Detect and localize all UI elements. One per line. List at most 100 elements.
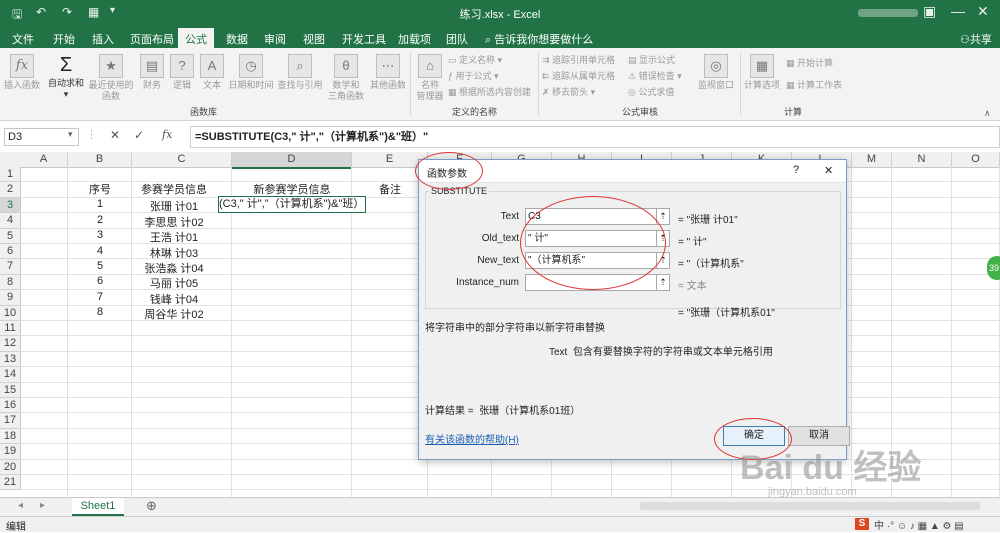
- dialog-close-icon[interactable]: ✕: [824, 164, 833, 177]
- autosum-button[interactable]: Σ 自动求和 ▾: [46, 54, 86, 100]
- next-sheet-icon[interactable]: ▸: [40, 500, 45, 511]
- tab-addins[interactable]: 加载项: [392, 29, 437, 49]
- cell-student-info[interactable]: 王浩 计01: [128, 229, 220, 245]
- cell-student-info[interactable]: 张浩淼 计04: [128, 260, 220, 276]
- share-button[interactable]: ⚇共享: [960, 31, 992, 47]
- math-button[interactable]: θ 数学和 三角函数: [326, 54, 366, 102]
- tab-developer[interactable]: 开发工具: [336, 29, 392, 49]
- column-header-b[interactable]: B: [68, 152, 132, 168]
- text-button[interactable]: A 文本: [198, 54, 226, 91]
- tab-data[interactable]: 数据: [220, 29, 254, 49]
- tab-file[interactable]: 文件: [6, 29, 40, 49]
- row-header-20[interactable]: 20: [0, 459, 21, 475]
- row-header-12[interactable]: 12: [0, 336, 21, 352]
- row-header-6[interactable]: 6: [0, 244, 21, 260]
- cancel-icon[interactable]: ✕: [110, 128, 120, 142]
- column-header-m[interactable]: M: [852, 152, 892, 168]
- cell-student-info[interactable]: 张珊 计01: [128, 198, 220, 214]
- prev-sheet-icon[interactable]: ◂: [18, 500, 23, 511]
- row-header-5[interactable]: 5: [0, 228, 21, 244]
- watch-window-button[interactable]: ◎ 监视窗口: [696, 54, 736, 91]
- row-header-11[interactable]: 11: [0, 321, 21, 337]
- cell-seq[interactable]: 6: [68, 275, 132, 287]
- header-info[interactable]: 参赛学员信息: [128, 181, 220, 197]
- row-header-21[interactable]: 21: [0, 475, 21, 491]
- close-window-icon[interactable]: ✕: [977, 3, 989, 20]
- cell-seq[interactable]: 7: [68, 291, 132, 303]
- minimize-icon[interactable]: —: [951, 3, 965, 19]
- horizontal-scrollbar[interactable]: [640, 502, 980, 510]
- lookup-button[interactable]: ⌕ 查找与引用: [276, 54, 324, 91]
- cell-d3-editor[interactable]: (C3," 计","（计算机系")&"班）": [218, 196, 366, 213]
- remove-arrows-button[interactable]: ✗ 移去箭头 ▾: [542, 87, 595, 98]
- cell-seq[interactable]: 5: [68, 260, 132, 272]
- calculate-now-button[interactable]: ▦ 开始计算: [786, 58, 833, 69]
- cell-student-info[interactable]: 林琳 计03: [128, 245, 220, 261]
- row-header-4[interactable]: 4: [0, 213, 21, 229]
- cell-seq[interactable]: 2: [68, 214, 132, 226]
- trace-precedents-button[interactable]: ⇉ 追踪引用单元格: [542, 55, 615, 66]
- fx-icon[interactable]: fx: [162, 128, 172, 141]
- column-header-d[interactable]: D: [232, 152, 352, 169]
- calc-options-button[interactable]: ▦ 计算选项: [742, 54, 782, 91]
- tab-formulas[interactable]: 公式: [178, 28, 214, 50]
- tab-page-layout[interactable]: 页面布局: [124, 29, 180, 49]
- column-header-c[interactable]: C: [132, 152, 232, 168]
- row-header-10[interactable]: 10: [0, 305, 21, 321]
- side-badge[interactable]: 39: [987, 256, 1000, 280]
- logical-button[interactable]: ? 逻辑: [168, 54, 196, 91]
- tab-insert[interactable]: 插入: [86, 29, 120, 49]
- tab-team[interactable]: 团队: [440, 29, 474, 49]
- cell-student-info[interactable]: 李思思 计02: [128, 214, 220, 230]
- cell-seq[interactable]: 3: [68, 229, 132, 241]
- insert-function-button[interactable]: fx 插入函数: [4, 54, 40, 91]
- row-header-2[interactable]: 2: [0, 182, 21, 198]
- formula-input[interactable]: =SUBSTITUTE(C3," 计","（计算机系")&"班）": [190, 126, 1000, 148]
- arg-instance-num-collapse-icon[interactable]: ⇡: [656, 274, 670, 291]
- ime-s-icon[interactable]: S: [855, 518, 869, 530]
- define-name-button[interactable]: ▭ 定义名称 ▾: [448, 55, 502, 66]
- error-checking-button[interactable]: ⚠ 错误检查 ▾: [628, 71, 682, 82]
- row-header-8[interactable]: 8: [0, 274, 21, 291]
- more-functions-button[interactable]: ⋯ 其他函数: [368, 54, 408, 91]
- use-in-formula-button[interactable]: ƒ 用于公式 ▾: [448, 71, 499, 82]
- row-header-7[interactable]: 7: [0, 259, 21, 275]
- column-header-o[interactable]: O: [952, 152, 1000, 168]
- row-header-14[interactable]: 14: [0, 367, 21, 383]
- cell-seq[interactable]: 1: [68, 198, 132, 210]
- tell-me-box[interactable]: ⌕ 告诉我你想要做什么: [485, 31, 593, 47]
- cell-student-info[interactable]: 马丽 计05: [128, 275, 220, 291]
- header-remark[interactable]: 备注: [360, 181, 420, 197]
- row-header-17[interactable]: 17: [0, 413, 21, 429]
- column-header-n[interactable]: N: [892, 152, 952, 168]
- create-from-selection-button[interactable]: ▦ 根据所选内容创建: [448, 87, 531, 98]
- header-new-info[interactable]: 新参赛学员信息: [232, 181, 352, 197]
- collapse-ribbon-icon[interactable]: ∧: [984, 108, 991, 119]
- row-header-13[interactable]: 13: [0, 351, 21, 368]
- name-manager-button[interactable]: ⌂ 名称 管理器: [414, 54, 446, 102]
- evaluate-formula-button[interactable]: ◎ 公式求值: [628, 87, 674, 98]
- header-seq[interactable]: 序号: [68, 181, 132, 197]
- row-header-15[interactable]: 15: [0, 382, 21, 398]
- row-header-9[interactable]: 9: [0, 290, 21, 306]
- dialog-help-button[interactable]: ?: [793, 164, 799, 176]
- column-header-a[interactable]: A: [20, 152, 68, 168]
- row-header-1[interactable]: 1: [0, 167, 21, 183]
- sheet-tab-sheet1[interactable]: Sheet1: [72, 498, 124, 516]
- add-sheet-icon[interactable]: ⊕: [146, 498, 157, 514]
- financial-button[interactable]: ▤ 财务: [138, 54, 166, 91]
- row-header-16[interactable]: 16: [0, 398, 21, 414]
- row-header-3[interactable]: 3: [0, 197, 21, 214]
- select-all-corner[interactable]: [0, 152, 21, 168]
- row-header-18[interactable]: 18: [0, 428, 21, 445]
- calculate-sheet-button[interactable]: ▦ 计算工作表: [786, 80, 842, 91]
- tab-view[interactable]: 视图: [297, 29, 331, 49]
- namebox-dropdown-icon[interactable]: ▾: [68, 129, 73, 140]
- cell-seq[interactable]: 4: [68, 245, 132, 257]
- row-header-19[interactable]: 19: [0, 444, 21, 460]
- trace-dependents-button[interactable]: ⇇ 追踪从属单元格: [542, 71, 615, 82]
- enter-icon[interactable]: ✓: [134, 128, 144, 142]
- cell-seq[interactable]: 8: [68, 306, 132, 318]
- show-formulas-button[interactable]: ▤ 显示公式: [628, 55, 675, 66]
- ribbon-options-icon[interactable]: ▣: [923, 3, 936, 20]
